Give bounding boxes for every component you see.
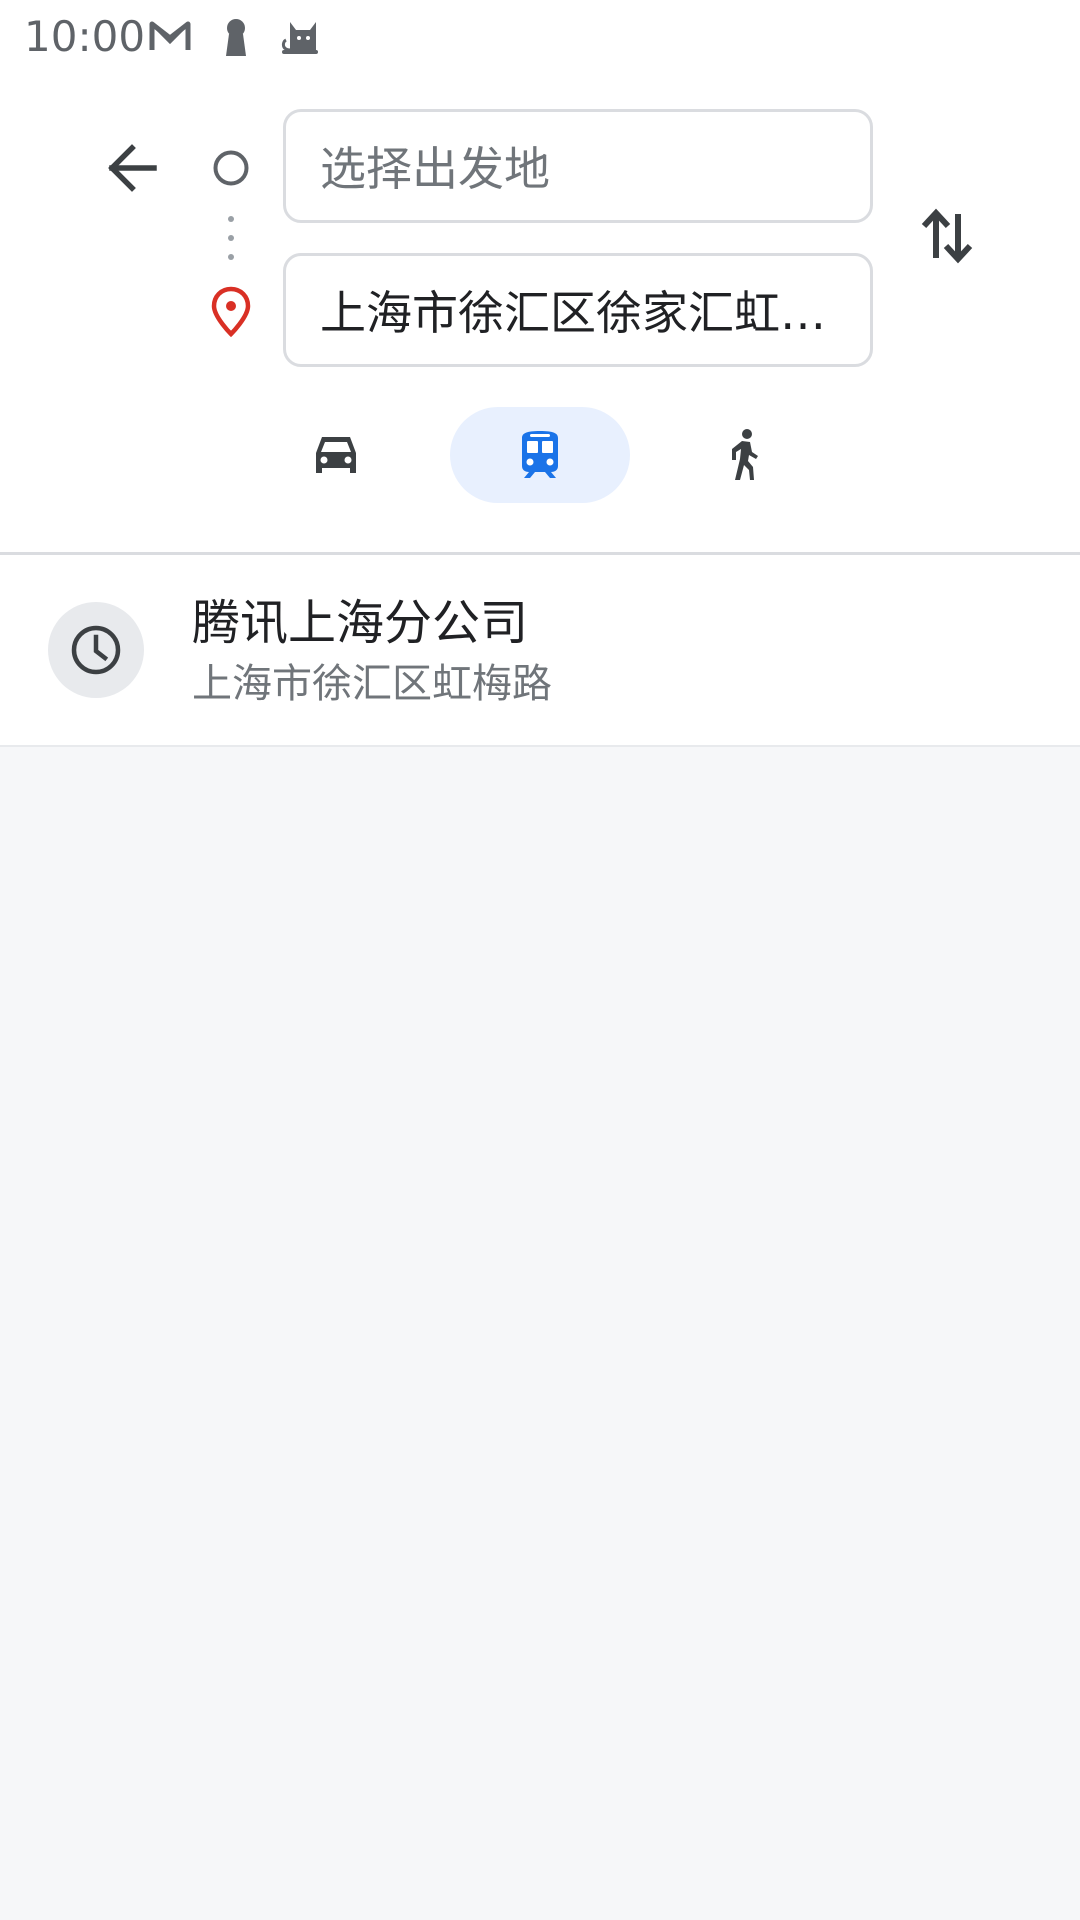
walk-icon (732, 429, 758, 480)
mode-tab-walk[interactable] (654, 407, 834, 503)
clock-icon (71, 625, 121, 675)
destination-pin-icon (206, 286, 256, 338)
status-time: 10:00 (24, 12, 146, 61)
origin-circle-icon (213, 150, 249, 186)
recent-item-title: 腾讯上海分公司 (192, 595, 529, 651)
list-divider (0, 745, 1080, 747)
status-bar: 10:00 (0, 0, 1080, 72)
destination-value: 上海市徐汇区徐家汇虹… (320, 286, 826, 340)
back-arrow-icon (108, 144, 157, 192)
origin-placeholder: 选择出发地 (320, 142, 550, 196)
recent-list-item[interactable]: 腾讯上海分公司 上海市徐汇区虹梅路 (0, 555, 1080, 745)
gmail-icon (148, 16, 192, 56)
destination-input[interactable]: 上海市徐汇区徐家汇虹… (283, 253, 873, 367)
back-button[interactable] (96, 132, 168, 204)
train-icon (522, 431, 558, 478)
car-icon (316, 437, 356, 473)
mode-tab-drive[interactable] (246, 407, 426, 503)
mode-tab-transit[interactable] (450, 407, 630, 503)
keyhole-icon (214, 16, 258, 56)
route-dots-icon (224, 214, 238, 264)
swap-button[interactable] (912, 200, 984, 272)
swap-vertical-icon (921, 208, 973, 264)
cat-icon (278, 16, 322, 56)
origin-input[interactable]: 选择出发地 (283, 109, 873, 223)
recent-icon-container (48, 602, 144, 698)
recent-item-subtitle: 上海市徐汇区虹梅路 (192, 661, 552, 707)
